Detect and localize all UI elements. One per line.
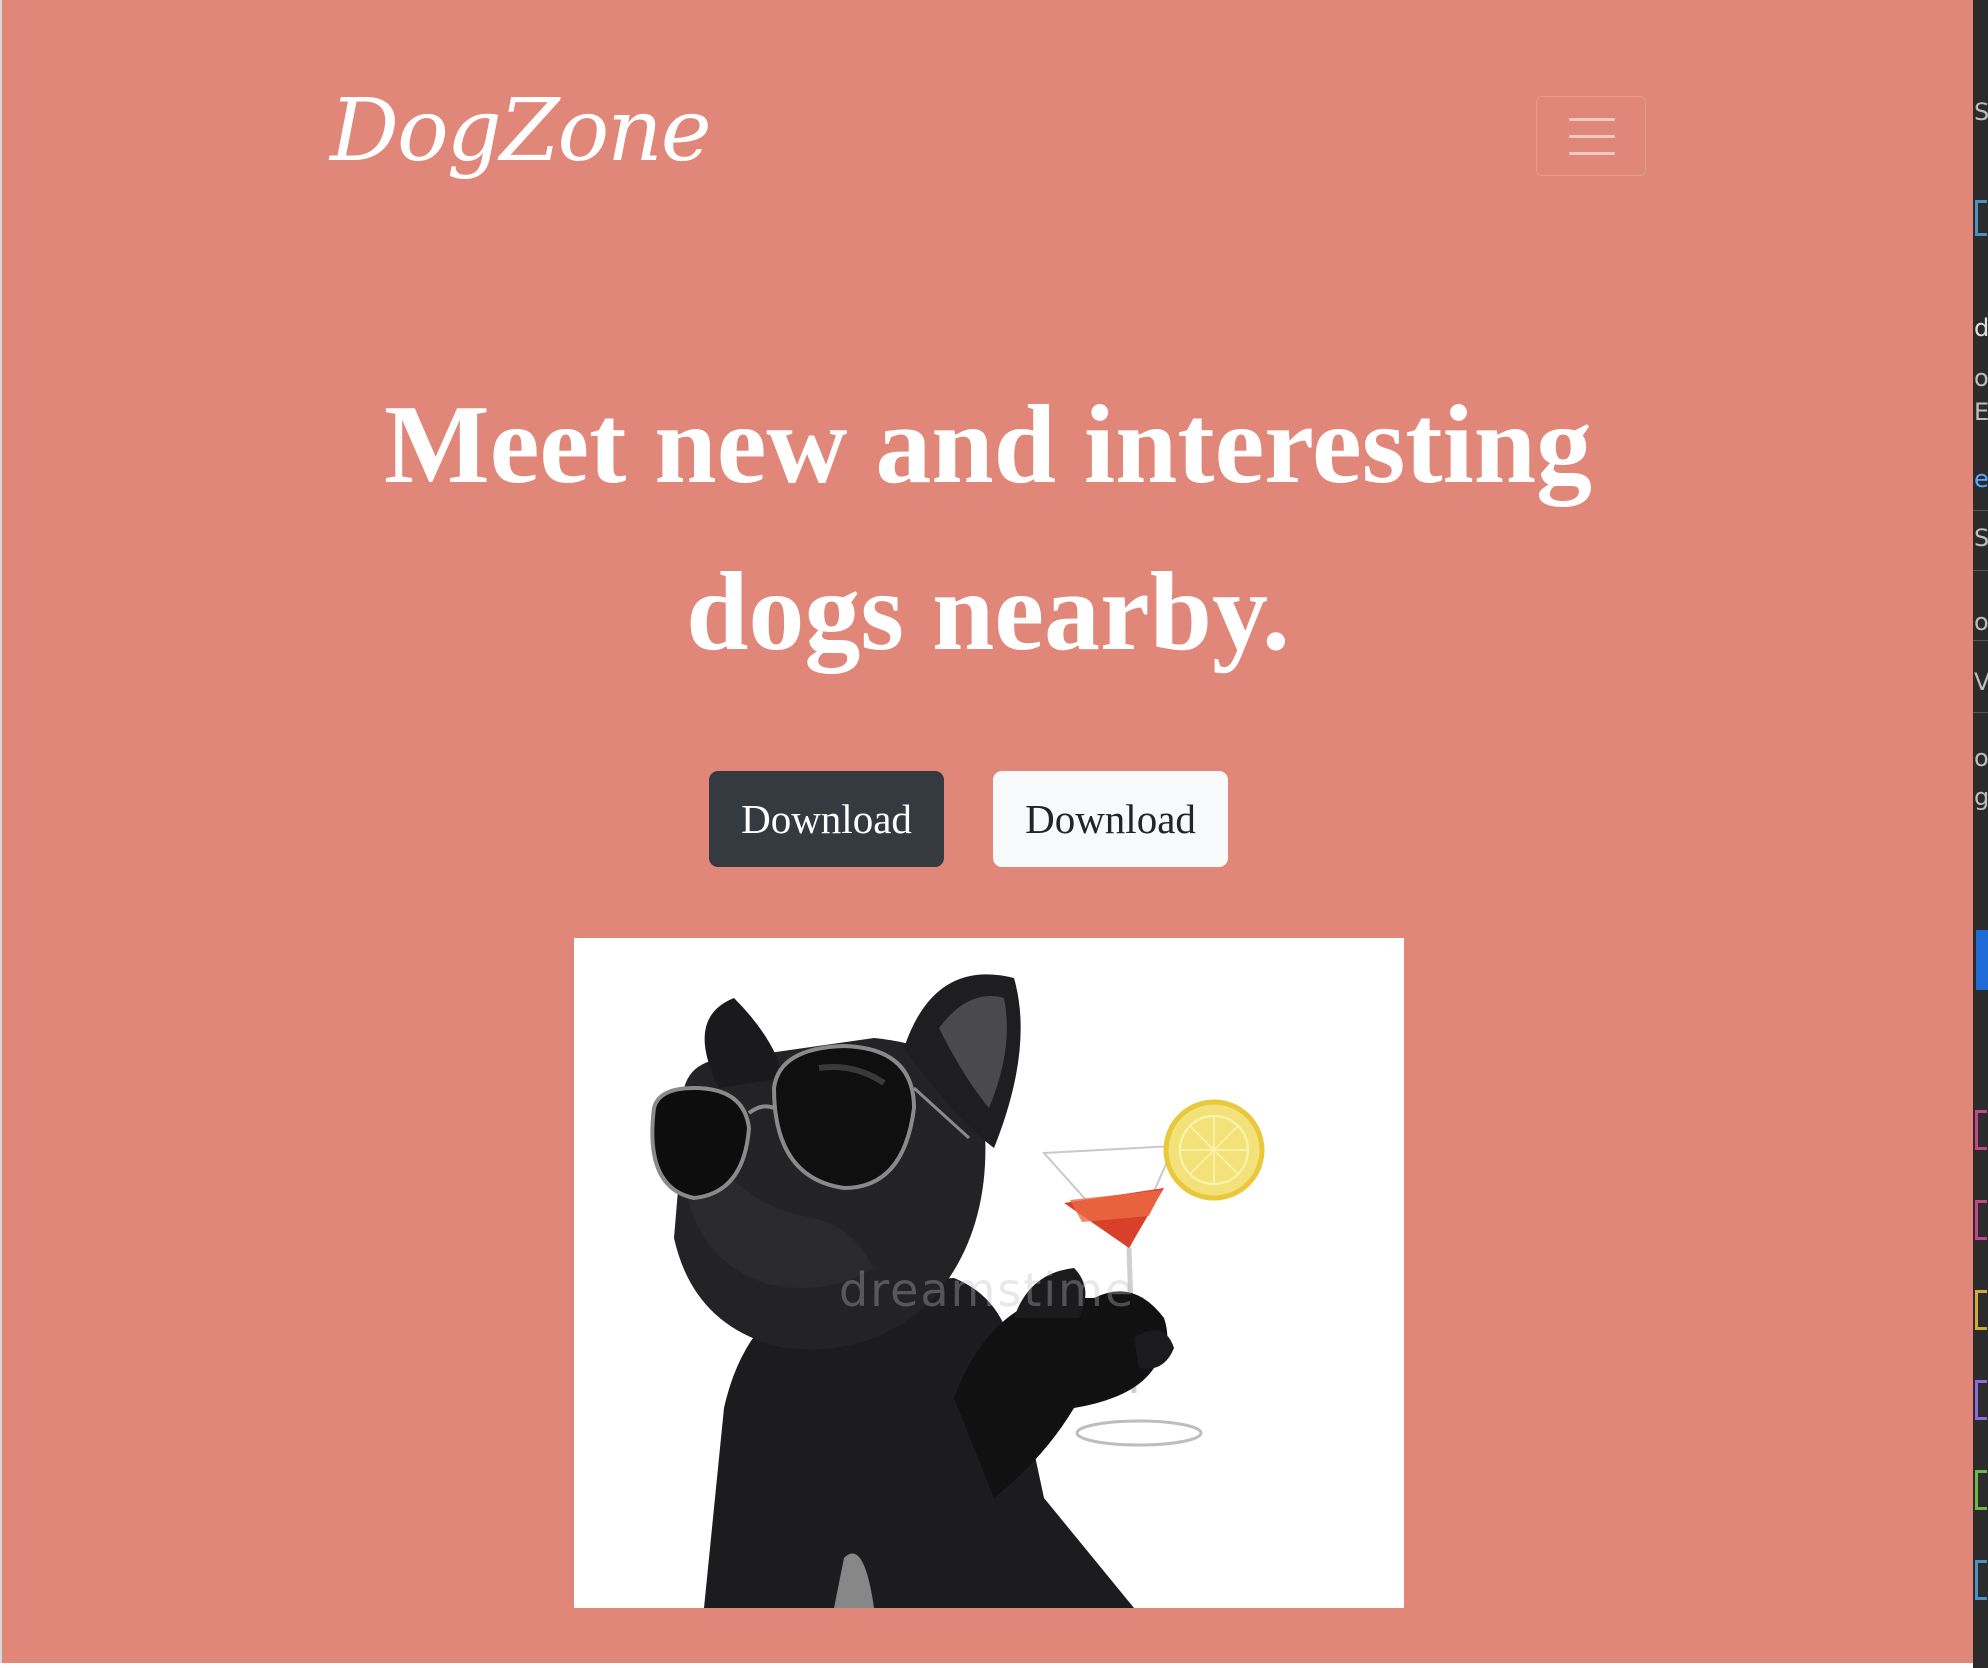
navbar-toggler-button[interactable]	[1536, 96, 1646, 176]
devtools-fragment: el	[1974, 465, 1988, 493]
devtools-highlight	[1976, 930, 1988, 990]
hero-heading-line-2: dogs nearby.	[686, 550, 1290, 674]
landing-page: DogZone Meet new and interesting dogs ne…	[0, 0, 1973, 1663]
devtools-fragment: E	[1974, 398, 1988, 426]
dog-photo: dreamstime	[574, 938, 1404, 1608]
navbar-brand-logo[interactable]: DogZone	[330, 84, 712, 204]
hero-heading-line-1: Meet new and interesting	[384, 383, 1592, 507]
devtools-divider	[1973, 570, 1988, 571]
devtools-panel-edge: S d o E el S o V o g	[1973, 0, 1988, 1668]
devtools-fragment: S	[1974, 98, 1988, 126]
devtools-divider	[1973, 712, 1988, 713]
brand-name: DogZone	[330, 81, 712, 181]
devtools-fragment: g	[1974, 783, 1988, 811]
download-button-light[interactable]: Download	[993, 771, 1228, 867]
devtools-icon	[1975, 1110, 1987, 1150]
devtools-divider	[1973, 640, 1988, 641]
devtools-fragment: o	[1974, 608, 1988, 636]
hero-heading: Meet new and interesting dogs nearby.	[302, 362, 1674, 696]
devtools-icon	[1975, 1470, 1987, 1510]
devtools-icon	[1975, 200, 1987, 236]
devtools-icon	[1975, 1560, 1987, 1600]
devtools-icon	[1975, 1380, 1987, 1420]
download-button-dark[interactable]: Download	[709, 771, 944, 867]
devtools-icon	[1975, 1290, 1987, 1330]
devtools-divider	[1973, 510, 1988, 511]
devtools-icon	[1975, 1200, 1987, 1240]
devtools-fragment: V	[1974, 668, 1988, 696]
devtools-fragment: o	[1974, 744, 1988, 772]
devtools-fragment: o	[1974, 364, 1988, 392]
image-watermark: dreamstime	[839, 1263, 1136, 1317]
devtools-fragment: S	[1974, 524, 1988, 552]
devtools-fragment: d	[1974, 314, 1988, 342]
